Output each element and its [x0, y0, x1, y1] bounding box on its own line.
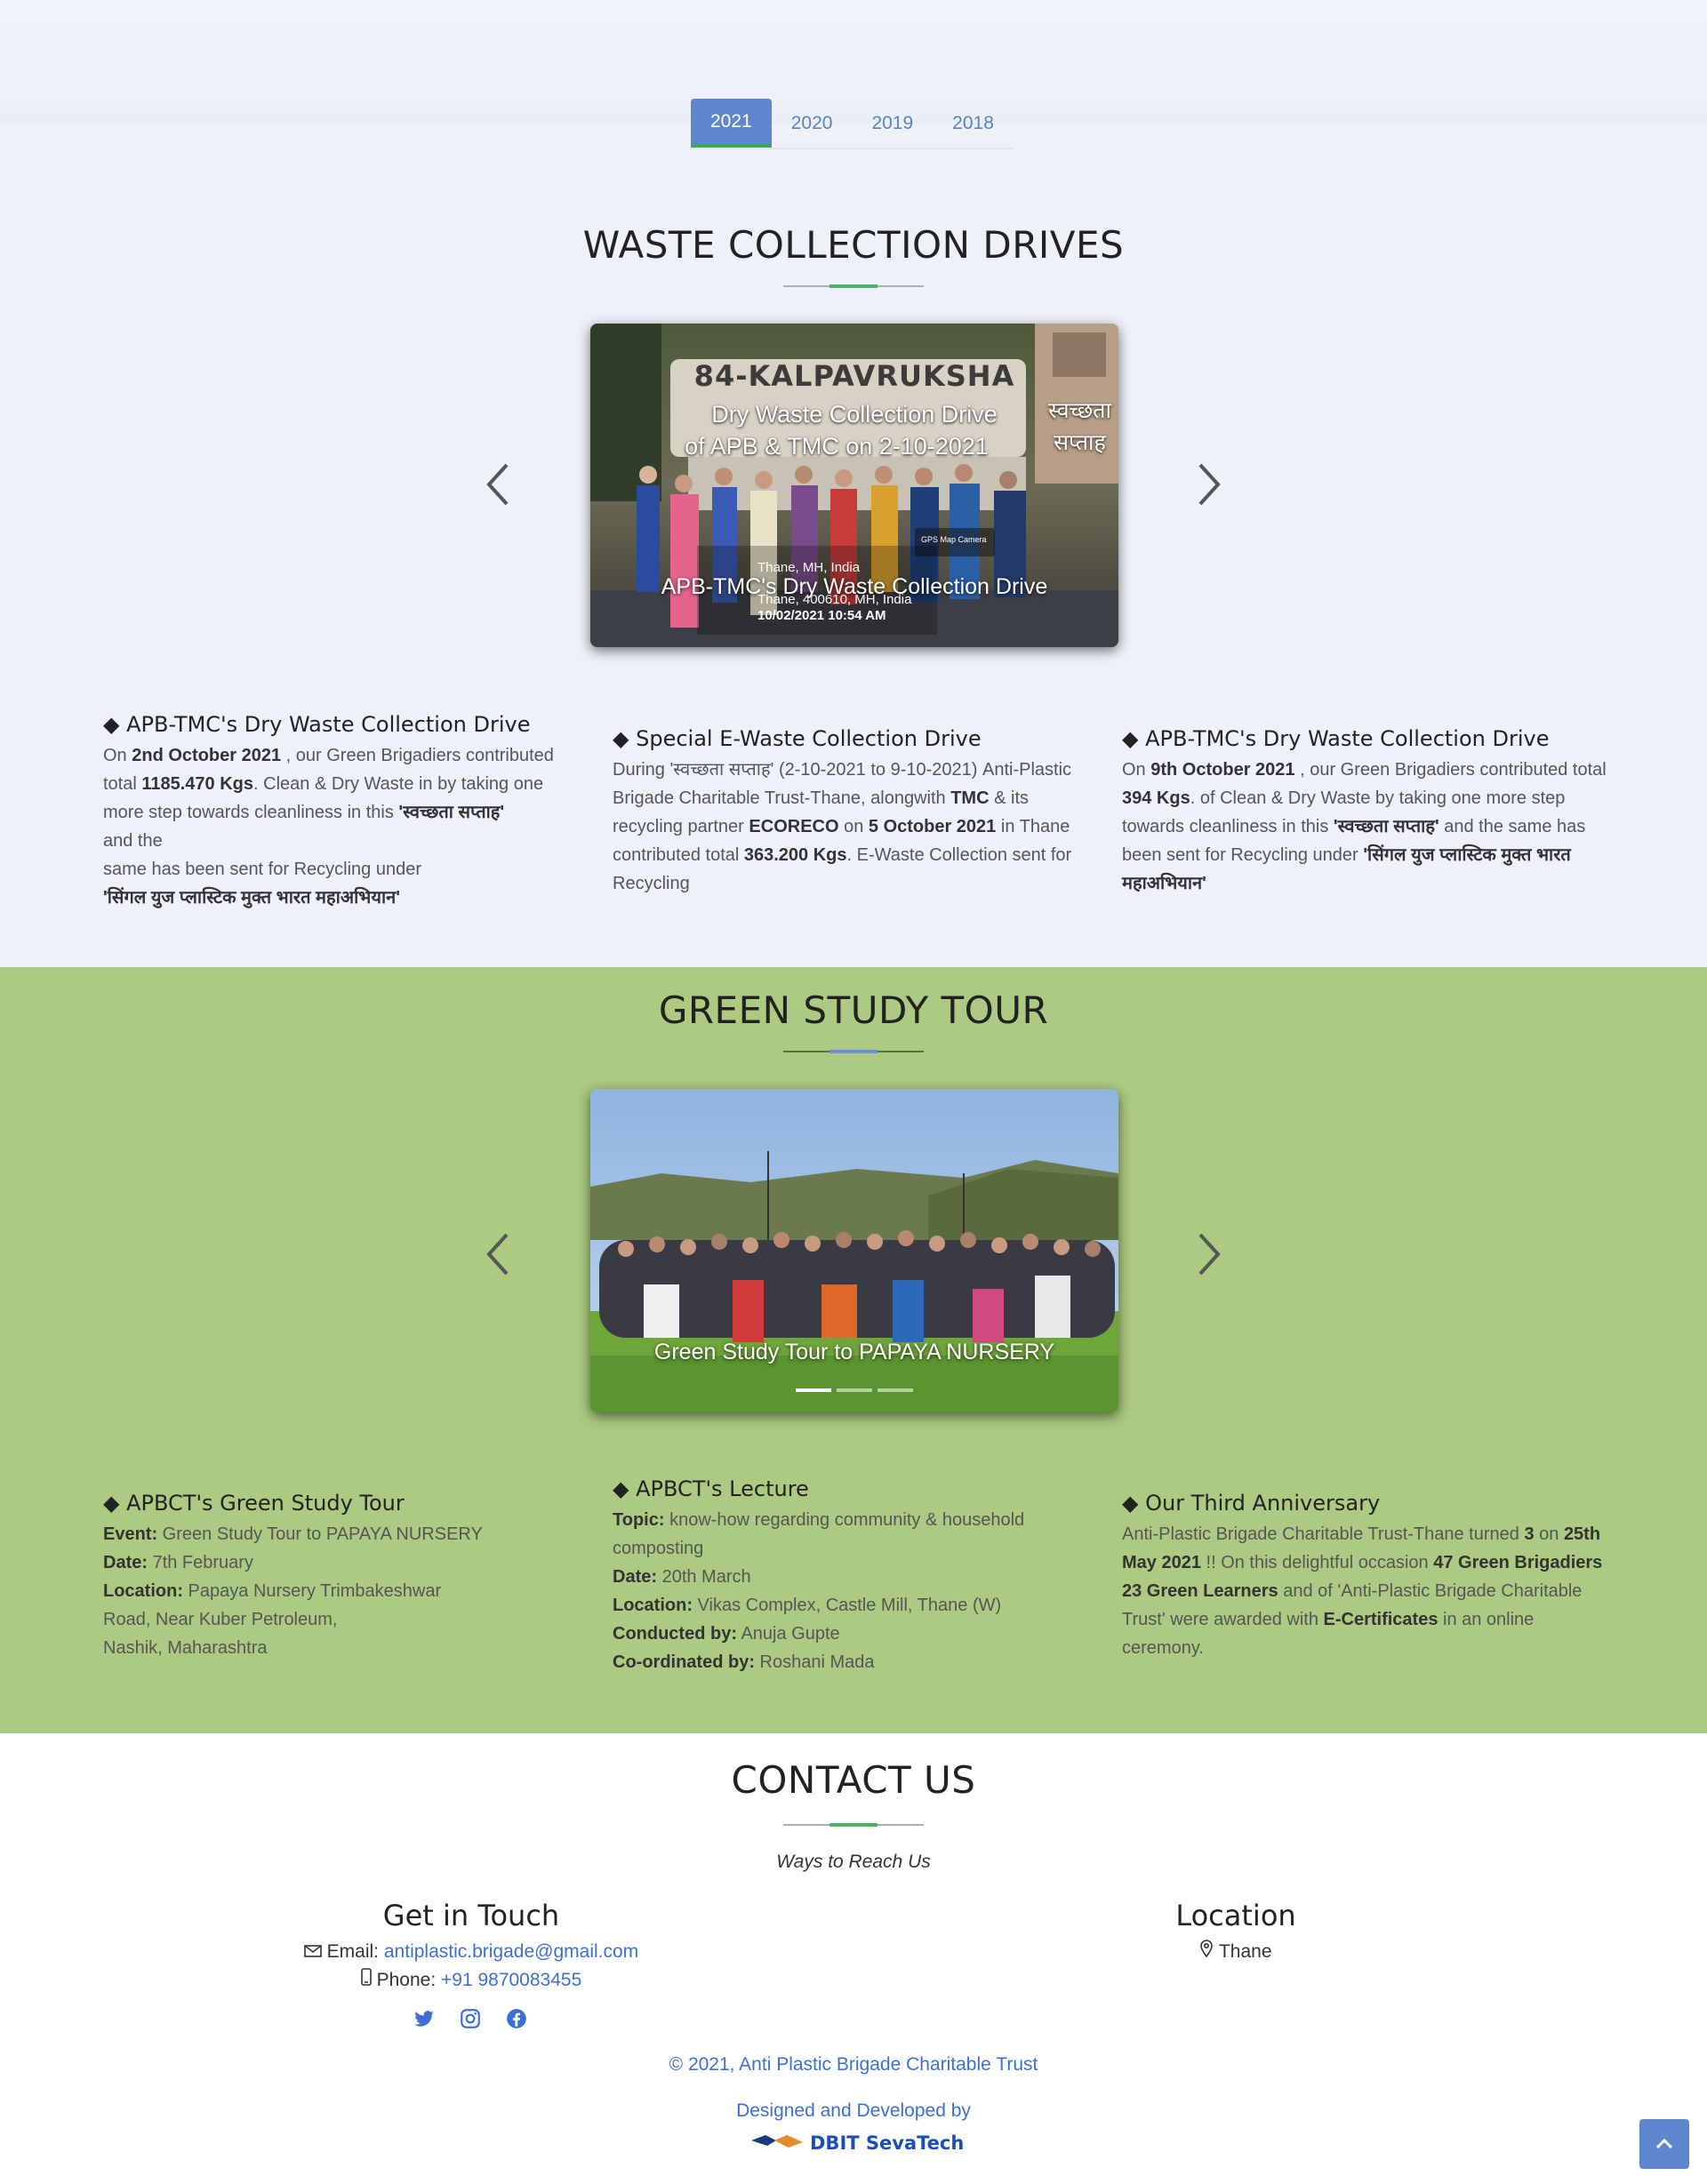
card-body: On 9th October 2021 , our Green Brigadie…: [1122, 760, 1607, 893]
map-pin-icon: [1199, 1940, 1218, 1962]
card-row: Co-ordinated by: Roshani Mada: [613, 1652, 875, 1672]
green-card-2: ◆ APBCT's Lecture Topic: know-how regard…: [613, 1474, 1097, 1676]
indicator-3[interactable]: [878, 1388, 913, 1392]
location-value: Thane: [1218, 1941, 1272, 1962]
card-body: Anti-Plastic Brigade Charitable Trust-Th…: [1122, 1524, 1603, 1658]
green-carousel-slide: Green Study Tour to PAPAYA NURSERY: [590, 1089, 1118, 1412]
card-row: Date: 20th March: [613, 1567, 751, 1587]
title-divider: [783, 1050, 924, 1053]
instagram-icon[interactable]: [459, 2007, 482, 2030]
card-row: Location: Papaya Nursery Trimbakeshwar R…: [103, 1581, 442, 1629]
card-title: ◆ APB-TMC's Dry Waste Collection Drive: [1122, 726, 1550, 751]
facebook-icon[interactable]: [505, 2007, 528, 2030]
overlay-line-1: Dry Waste Collection Drive: [711, 401, 998, 428]
phone-line: Phone: +91 9870083455: [249, 1966, 693, 1995]
location-block: Location Thane: [1058, 1899, 1414, 1966]
gps-camera-label: GPS Map Camera: [921, 535, 987, 544]
email-label: Email:: [326, 1941, 380, 1962]
green-card-3: ◆ Our Third Anniversary Anti-Plastic Bri…: [1122, 1488, 1607, 1662]
title-divider: [783, 284, 924, 288]
overlay-hindi-1: स्वच्छता: [1047, 398, 1111, 423]
indicator-2[interactable]: [837, 1388, 872, 1392]
green-card-1: ◆ APBCT's Green Study Tour Event: Green …: [103, 1488, 588, 1662]
geo-line-3: 10/02/2021 10:54 AM: [757, 608, 886, 623]
carousel-prev-icon[interactable]: [480, 1228, 516, 1281]
card-body: During 'स्वच्छता सप्ताह' (2-10-2021 to 9…: [613, 760, 1072, 893]
waste-carousel-slide: 84-KALPAVRUKSHA Dry Waste Collection Dri…: [590, 324, 1118, 647]
social-links: [413, 2007, 528, 2030]
email-link[interactable]: antiplastic.brigade@gmail.com: [384, 1941, 638, 1962]
indicator-1[interactable]: [796, 1388, 831, 1392]
carousel-prev-icon[interactable]: [480, 458, 516, 511]
brand-name: DBIT SevaTech: [810, 2132, 965, 2154]
twitter-icon[interactable]: [413, 2007, 436, 2030]
overlay-hindi-2: सप्ताह: [1054, 430, 1106, 455]
carousel-next-icon[interactable]: [1191, 1228, 1227, 1281]
card-row: Date: 7th February: [103, 1553, 253, 1572]
title-divider: [783, 1823, 924, 1827]
waste-section-title: WASTE COLLECTION DRIVES: [582, 223, 1125, 267]
green-study-section: GREEN STUDY TOUR Green Study Tour to PAP…: [0, 967, 1707, 1733]
tab-2018[interactable]: 2018: [933, 99, 1014, 148]
green-section-title: GREEN STUDY TOUR: [658, 988, 1049, 1032]
card-row: Nashik, Maharashtra: [103, 1638, 268, 1658]
copyright: © 2021, Anti Plastic Brigade Charitable …: [669, 2054, 1038, 2075]
photo-sign-text: 84-KALPAVRUKSHA: [693, 359, 1015, 393]
waste-section: 2021 2020 2019 2018 WASTE COLLECTION DRI…: [0, 0, 1707, 967]
card-title: ◆ Special E-Waste Collection Drive: [613, 726, 982, 751]
get-in-touch: Get in Touch Email: antiplastic.brigade@…: [249, 1899, 693, 1995]
location-title: Location: [1175, 1899, 1296, 1932]
location-line: Thane: [1058, 1938, 1414, 1966]
carousel-caption: APB-TMC's Dry Waste Collection Drive: [661, 574, 1048, 599]
card-title: ◆ Our Third Anniversary: [1122, 1491, 1381, 1516]
designed-by: Designed and Developed by: [736, 2100, 971, 2121]
card-title: ◆ APB-TMC's Dry Waste Collection Drive: [103, 712, 531, 737]
card-row: Conducted by: Anuja Gupte: [613, 1624, 840, 1644]
card-row: Topic: know-how regarding community & ho…: [613, 1510, 1025, 1558]
overlay-hindi: स्वच्छता सप्ताह: [1048, 395, 1111, 459]
tab-2021[interactable]: 2021: [691, 99, 772, 148]
waste-card-3: ◆ APB-TMC's Dry Waste Collection Drive O…: [1122, 724, 1607, 898]
phone-link[interactable]: +91 9870083455: [441, 1970, 581, 1990]
card-row: Location: Vikas Complex, Castle Mill, Th…: [613, 1596, 1002, 1615]
tab-2020[interactable]: 2020: [772, 99, 853, 148]
card-title: ◆ APBCT's Lecture: [613, 1476, 809, 1501]
card-row: Event: Green Study Tour to PAPAYA NURSER…: [103, 1524, 483, 1544]
card-title: ◆ APBCT's Green Study Tour: [103, 1491, 405, 1516]
email-line: Email: antiplastic.brigade@gmail.com: [249, 1938, 693, 1966]
waste-card-2: ◆ Special E-Waste Collection Drive Durin…: [613, 724, 1097, 898]
tab-2019[interactable]: 2019: [852, 99, 933, 148]
waste-card-1: ◆ APB-TMC's Dry Waste Collection Drive O…: [103, 709, 588, 912]
carousel-indicators: [590, 1380, 1118, 1396]
envelope-icon: [304, 1941, 327, 1962]
contact-subtitle: Ways to Reach Us: [776, 1852, 931, 1872]
chevron-up-icon: [1639, 2138, 1689, 2172]
handshake-icon: [749, 2128, 805, 2157]
phone-label: Phone:: [376, 1970, 437, 1990]
touch-title: Get in Touch: [382, 1899, 560, 1932]
photo-overlay-text: Dry Waste Collection Drive of APB & TMC …: [590, 398, 1118, 462]
phone-icon: [360, 1968, 377, 1990]
card-body: On 2nd October 2021 , our Green Brigadie…: [103, 746, 554, 908]
dbit-sevatech-logo[interactable]: DBIT SevaTech: [749, 2128, 964, 2157]
carousel-next-icon[interactable]: [1191, 458, 1227, 511]
scroll-to-top-button[interactable]: [1639, 2119, 1689, 2169]
overlay-line-2: of APB & TMC on 2-10-2021: [685, 433, 989, 460]
carousel-caption: Green Study Tour to PAPAYA NURSERY: [653, 1340, 1055, 1364]
year-tabs: 2021 2020 2019 2018: [691, 99, 1014, 149]
contact-title: CONTACT US: [731, 1758, 976, 1802]
